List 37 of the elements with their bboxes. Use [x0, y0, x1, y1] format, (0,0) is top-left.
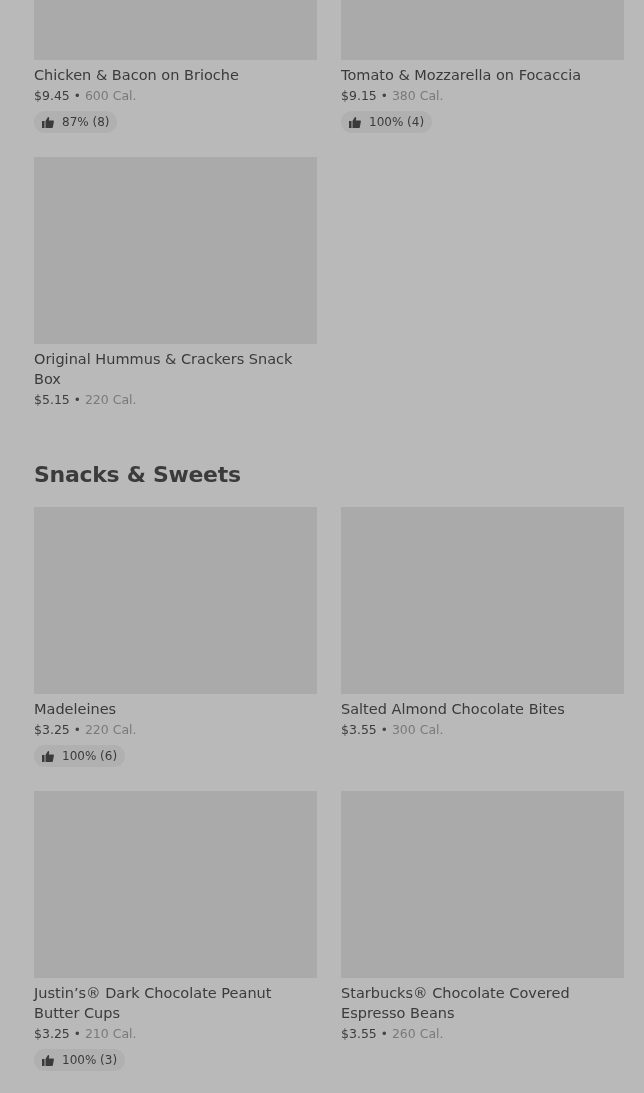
rating-badge: 100% (3)	[34, 1049, 126, 1071]
item-name: Justin’s® Dark Chocolate Peanut Butter Cups	[34, 984, 273, 1023]
thumbs-up-icon	[42, 750, 54, 762]
separator-dot: •	[380, 722, 388, 739]
item-price: $3.55	[341, 721, 377, 739]
rating-badge: 100% (4)	[341, 111, 433, 133]
item-name: Salted Almond Chocolate Bites	[341, 700, 566, 719]
separator-dot: •	[73, 88, 81, 105]
item-name: Chicken & Bacon on Brioche	[34, 66, 240, 85]
separator-dot: •	[73, 1026, 81, 1043]
rating-badge: 100% (6)	[34, 745, 126, 767]
item-name: Tomato & Mozzarella on Focaccia	[341, 66, 583, 85]
separator-dot: •	[73, 722, 81, 739]
item-price: $9.45	[34, 87, 70, 105]
item-name: Original Hummus & Crackers Snack Box	[34, 350, 294, 389]
item-calories: 380 Cal.	[391, 87, 444, 105]
item-price: $3.25	[34, 721, 70, 739]
item-price: $9.15	[341, 87, 377, 105]
thumbs-up-icon	[349, 116, 361, 128]
item-name: Starbucks® Chocolate Covered Espresso Beans	[341, 984, 571, 1023]
item-name: Madeleines	[34, 700, 118, 719]
item-price: $3.55	[341, 1025, 377, 1043]
separator-dot: •	[380, 1026, 388, 1043]
item-calories: 210 Cal.	[84, 1025, 137, 1043]
thumbs-up-icon	[42, 1054, 54, 1066]
separator-dot: •	[73, 392, 81, 409]
item-calories: 260 Cal.	[391, 1025, 444, 1043]
item-price: $5.15	[34, 391, 70, 409]
item-price: $3.25	[34, 1025, 70, 1043]
rating-badge: 87% (8)	[34, 111, 118, 133]
thumbs-up-icon	[42, 116, 54, 128]
item-calories: 220 Cal.	[84, 391, 137, 409]
separator-dot: •	[380, 88, 388, 105]
section-heading: Snacks & Sweets	[34, 461, 242, 489]
item-calories: 600 Cal.	[84, 87, 137, 105]
item-calories: 300 Cal.	[391, 721, 444, 739]
item-calories: 220 Cal.	[84, 721, 137, 739]
